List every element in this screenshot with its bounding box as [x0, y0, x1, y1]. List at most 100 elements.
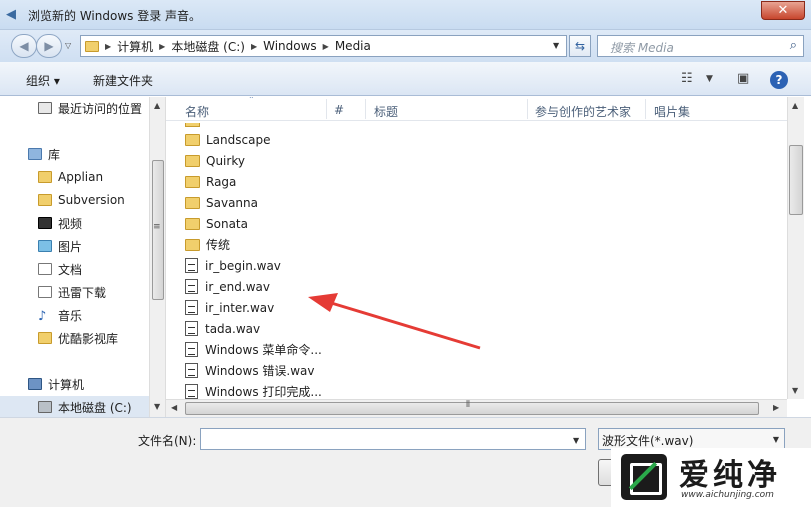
- column-contributing-artists[interactable]: 参与创作的艺术家: [535, 103, 631, 120]
- list-item[interactable]: Windows 错误.wav: [185, 360, 314, 381]
- column-title[interactable]: 标题: [374, 103, 398, 120]
- list-item[interactable]: Savanna: [185, 192, 258, 213]
- list-item[interactable]: Quirky: [185, 150, 245, 171]
- sidebar-item-computer[interactable]: 计算机: [0, 373, 149, 395]
- organize-button[interactable]: 组织 ▾: [26, 72, 60, 89]
- list-item[interactable]: Sonata: [185, 213, 248, 234]
- search-icon[interactable]: ⌕: [790, 38, 797, 53]
- file-name: Landscape: [206, 132, 271, 147]
- column-name[interactable]: 名称: [185, 103, 209, 120]
- navigation-scrollbar[interactable]: ▲ ≡ ▼: [149, 97, 166, 417]
- sidebar-item-subversion[interactable]: Subversion: [0, 189, 149, 211]
- search-input[interactable]: 搜索 Media ⌕: [597, 35, 804, 57]
- list-item[interactable]: tada.wav: [185, 318, 260, 339]
- video-library-icon: [38, 217, 52, 229]
- path-dropdown-icon[interactable]: ▼: [553, 41, 559, 50]
- file-name: Windows 错误.wav: [205, 364, 315, 378]
- view-dropdown-icon[interactable]: ▼: [706, 74, 713, 84]
- preview-pane-icon[interactable]: ▣: [737, 71, 749, 86]
- scroll-thumb[interactable]: [789, 145, 803, 215]
- file-type-value: 波形文件(*.wav): [602, 434, 694, 448]
- list-item[interactable]: ir_end.wav: [185, 276, 270, 297]
- file-name: 传统: [206, 238, 231, 252]
- column-divider[interactable]: [365, 99, 366, 119]
- list-item[interactable]: Raga: [185, 171, 236, 192]
- column-divider[interactable]: [645, 99, 646, 119]
- column-divider[interactable]: [527, 99, 528, 119]
- file-list-vertical-scrollbar[interactable]: ▲ ▼: [787, 97, 804, 399]
- list-item[interactable]: Windows 打印完成...: [185, 381, 322, 399]
- scroll-grip-icon: ≡: [153, 222, 161, 232]
- music-library-icon: ♪: [38, 309, 47, 324]
- sidebar-item-pictures[interactable]: 图片: [0, 235, 149, 257]
- sidebar-item-local-disk[interactable]: 本地磁盘 (C:): [0, 396, 149, 417]
- filename-dropdown-icon[interactable]: ▼: [573, 436, 579, 445]
- filename-field[interactable]: [200, 428, 586, 450]
- file-name: tada.wav: [205, 321, 261, 336]
- view-options-icon[interactable]: ☷: [681, 71, 693, 86]
- file-list-horizontal-scrollbar[interactable]: ◀ ⦀ ▶: [166, 399, 787, 417]
- close-button[interactable]: ✕: [761, 1, 805, 20]
- recent-pages-dropdown-icon[interactable]: ▽: [65, 41, 71, 50]
- sidebar-item-documents[interactable]: 文档: [0, 258, 149, 280]
- scroll-up-icon[interactable]: ▲: [792, 101, 798, 110]
- file-type-select[interactable]: 波形文件(*.wav) ▼: [598, 428, 785, 450]
- list-item[interactable]: ir_inter.wav: [185, 297, 274, 318]
- scroll-down-icon[interactable]: ▼: [154, 402, 160, 411]
- sidebar-item-youku[interactable]: 优酷影视库: [0, 327, 149, 349]
- breadcrumb-separator-icon[interactable]: ▶: [323, 42, 329, 51]
- column-divider[interactable]: [326, 99, 327, 119]
- breadcrumb-windows[interactable]: Windows: [263, 39, 317, 53]
- scroll-thumb[interactable]: [185, 402, 759, 415]
- scroll-up-icon[interactable]: ▲: [154, 101, 160, 110]
- sidebar-item-label: 优酷影视库: [58, 331, 119, 346]
- folder-icon: [185, 133, 200, 146]
- breadcrumb-computer[interactable]: 计算机: [117, 38, 153, 55]
- column-header-row: ⌃ 名称 # 标题 参与创作的艺术家 唱片集: [166, 97, 787, 121]
- scroll-left-icon[interactable]: ◀: [171, 403, 177, 412]
- filename-label: 文件名(N):: [138, 434, 197, 448]
- help-icon[interactable]: ?: [770, 71, 788, 89]
- sidebar-item-recent-places[interactable]: 最近访问的位置: [0, 97, 149, 119]
- folder-icon: [185, 217, 200, 230]
- sidebar-item-applian[interactable]: Applian: [0, 166, 149, 188]
- folder-icon: [185, 154, 200, 167]
- chevron-down-icon[interactable]: ▼: [773, 435, 779, 444]
- new-folder-button[interactable]: 新建文件夹: [93, 72, 153, 89]
- speaker-icon: ◀: [6, 7, 16, 22]
- sidebar-item-xunlei-downloads[interactable]: 迅雷下载: [0, 281, 149, 303]
- sidebar-item-libraries[interactable]: 库: [0, 143, 149, 165]
- sidebar-item-music[interactable]: ♪ 音乐: [0, 304, 149, 326]
- watermark-logo-icon: [621, 454, 667, 500]
- command-toolbar: 组织 ▾ 新建文件夹 ☷ ▼ ▣ ?: [0, 62, 811, 96]
- breadcrumb-separator-icon[interactable]: ▶: [105, 42, 111, 51]
- list-item[interactable]: Windows 菜单命令...: [185, 339, 322, 360]
- breadcrumb-separator-icon[interactable]: ▶: [251, 42, 257, 51]
- local-disk-icon: [38, 401, 52, 413]
- back-button[interactable]: ◀: [11, 34, 37, 58]
- sidebar-item-videos[interactable]: 视频: [0, 212, 149, 234]
- scroll-grip-icon: ⦀: [466, 400, 470, 410]
- wav-file-icon: [185, 279, 198, 294]
- sidebar-item-label: 库: [48, 147, 61, 162]
- refresh-button[interactable]: ⇆: [569, 35, 591, 57]
- column-number[interactable]: #: [334, 103, 344, 117]
- sidebar-item-label: 音乐: [58, 308, 83, 323]
- sidebar-item-label: 计算机: [48, 377, 85, 392]
- list-item[interactable]: ir_begin.wav: [185, 255, 281, 276]
- file-list: ⌃ 名称 # 标题 参与创作的艺术家 唱片集 Landscape Quirky …: [166, 97, 787, 399]
- wav-file-icon: [185, 363, 198, 378]
- computer-icon: [28, 378, 42, 390]
- forward-button[interactable]: ▶: [36, 34, 62, 58]
- column-album[interactable]: 唱片集: [654, 103, 690, 120]
- wav-file-icon: [185, 258, 198, 273]
- breadcrumb-local-disk[interactable]: 本地磁盘 (C:): [171, 38, 245, 55]
- scroll-down-icon[interactable]: ▼: [792, 386, 798, 395]
- scroll-right-icon[interactable]: ▶: [773, 403, 779, 412]
- file-name: Windows 菜单命令...: [205, 343, 322, 357]
- breadcrumb-separator-icon[interactable]: ▶: [159, 42, 165, 51]
- breadcrumb[interactable]: ▶ 计算机 ▶ 本地磁盘 (C:) ▶ Windows ▶ Media: [80, 35, 567, 57]
- list-item[interactable]: 传统: [185, 234, 230, 255]
- breadcrumb-media[interactable]: Media: [335, 39, 371, 53]
- list-item[interactable]: Landscape: [185, 129, 270, 150]
